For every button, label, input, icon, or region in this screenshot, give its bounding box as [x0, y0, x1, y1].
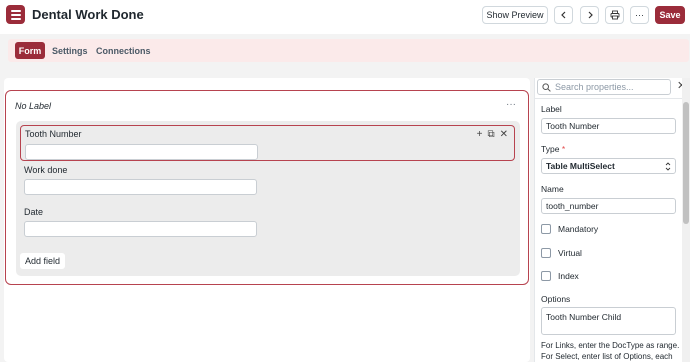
type-property-select[interactable]: Table MultiSelect — [541, 158, 676, 174]
show-preview-button[interactable]: Show Preview — [482, 6, 548, 24]
checkbox[interactable] — [541, 271, 551, 281]
save-button[interactable]: Save — [655, 6, 685, 24]
tab-settings[interactable]: Settings — [52, 42, 88, 59]
label-property-input[interactable]: Tooth Number — [541, 118, 676, 134]
field-tooth-number[interactable]: Tooth Number + ⧉ ✕ — [20, 125, 515, 161]
select-arrows-icon — [665, 161, 671, 171]
field-label: Tooth Number — [25, 129, 82, 139]
ellipsis-icon: ··· — [635, 10, 644, 20]
page-header: Dental Work Done Show Preview ··· Save — [0, 0, 690, 34]
field-label: Date — [24, 207, 44, 217]
duplicate-icon[interactable]: ⧉ — [487, 129, 494, 140]
add-icon[interactable]: + — [477, 129, 483, 140]
checkbox[interactable] — [541, 248, 551, 258]
next-button[interactable] — [580, 6, 599, 24]
more-actions-button[interactable]: ··· — [630, 6, 649, 24]
mandatory-checkbox[interactable]: Mandatory — [541, 224, 598, 234]
properties-sidebar: ✕ Label Tooth Number Type * Table MultiS… — [534, 78, 690, 362]
type-property-heading: Type * — [541, 144, 566, 154]
field-input-preview — [25, 144, 258, 160]
required-marker: * — [561, 144, 566, 154]
field-work-done[interactable]: Work done — [20, 165, 515, 201]
field-input-preview — [24, 221, 257, 237]
virtual-checkbox[interactable]: Virtual — [541, 248, 582, 258]
options-property-textarea[interactable]: Tooth Number Child — [541, 307, 676, 335]
form-builder-canvas: No Label ··· Tooth Number + ⧉ ✕ Work don… — [4, 78, 530, 362]
close-icon[interactable]: ✕ — [500, 129, 508, 140]
form-tabs: Form Settings Connections — [8, 39, 689, 62]
field-date[interactable]: Date — [20, 207, 515, 243]
search-icon — [542, 82, 551, 92]
name-property-heading: Name — [541, 184, 564, 194]
page-title: Dental Work Done — [32, 7, 144, 22]
field-label: Work done — [24, 165, 68, 175]
options-help-text: For Links, enter the DocType as range. F… — [541, 341, 680, 361]
label-property-heading: Label — [541, 104, 562, 114]
sidebar-scrollbar[interactable] — [682, 78, 690, 362]
index-checkbox[interactable]: Index — [541, 271, 579, 281]
printer-icon — [610, 10, 619, 20]
hamburger-icon — [10, 9, 21, 12]
form-section[interactable]: No Label ··· Tooth Number + ⧉ ✕ Work don… — [5, 90, 529, 285]
chevron-right-icon — [588, 11, 593, 19]
chevron-left-icon — [560, 11, 565, 19]
sidebar-toggle-button[interactable] — [6, 5, 25, 24]
divider — [535, 98, 690, 99]
field-input-preview — [24, 179, 257, 195]
options-property-heading: Options — [541, 294, 571, 304]
field-actions: + ⧉ ✕ — [477, 129, 508, 140]
checkbox[interactable] — [541, 224, 551, 234]
section-label: No Label — [15, 101, 52, 111]
tab-connections[interactable]: Connections — [96, 42, 151, 59]
form-column: Tooth Number + ⧉ ✕ Work done Date Add fi… — [16, 121, 520, 276]
name-property-input[interactable]: tooth_number — [541, 198, 676, 214]
add-field-button[interactable]: Add field — [20, 253, 66, 269]
search-properties-input[interactable] — [555, 82, 665, 92]
scrollbar-thumb[interactable] — [683, 102, 689, 224]
previous-button[interactable] — [554, 6, 573, 24]
print-button[interactable] — [605, 6, 624, 24]
tab-form[interactable]: Form — [15, 42, 45, 59]
search-properties-field[interactable] — [537, 79, 671, 95]
section-more-icon[interactable]: ··· — [506, 99, 516, 110]
